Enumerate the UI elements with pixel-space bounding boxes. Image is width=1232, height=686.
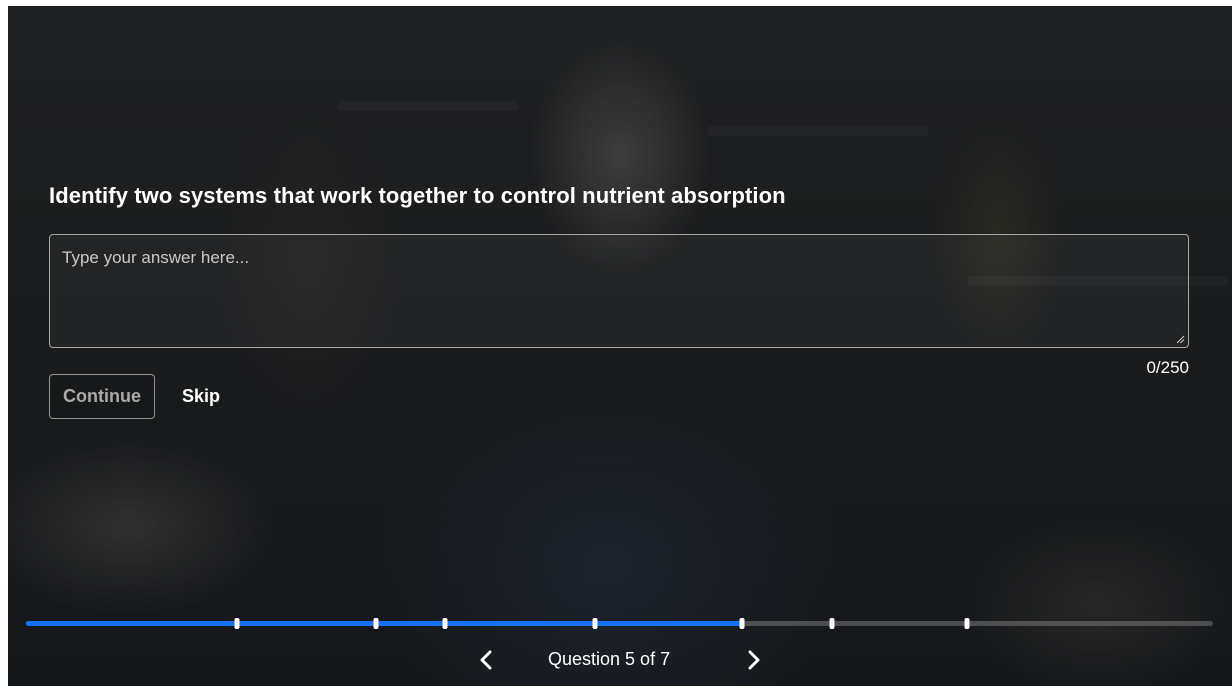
progress-fill: [26, 621, 745, 626]
question-marker-4[interactable]: [592, 618, 598, 629]
question-navigation: Question 5 of 7: [8, 643, 1232, 677]
question-marker-7[interactable]: [964, 618, 970, 629]
question-title: Identify two systems that work together …: [49, 183, 786, 208]
skip-button[interactable]: Skip: [182, 374, 220, 419]
previous-question-button[interactable]: [471, 645, 501, 675]
chevron-left-icon: [480, 650, 492, 670]
question-marker-2[interactable]: [373, 618, 379, 629]
chevron-right-icon: [748, 650, 760, 670]
question-marker-3[interactable]: [442, 618, 448, 629]
question-marker-5[interactable]: [739, 618, 745, 629]
question-marker-1[interactable]: [234, 618, 240, 629]
video-quiz-overlay: Identify two systems that work together …: [8, 6, 1232, 686]
question-progress-bar[interactable]: [26, 618, 1213, 629]
answer-input[interactable]: [50, 235, 1188, 347]
continue-button[interactable]: Continue: [49, 374, 155, 419]
next-question-button[interactable]: [739, 645, 769, 675]
resize-grip-icon[interactable]: [1175, 334, 1185, 344]
question-counter: Question 5 of 7: [548, 649, 671, 669]
answer-field[interactable]: [49, 234, 1189, 348]
character-counter: 0/250: [1146, 358, 1189, 377]
question-marker-6[interactable]: [829, 618, 835, 629]
